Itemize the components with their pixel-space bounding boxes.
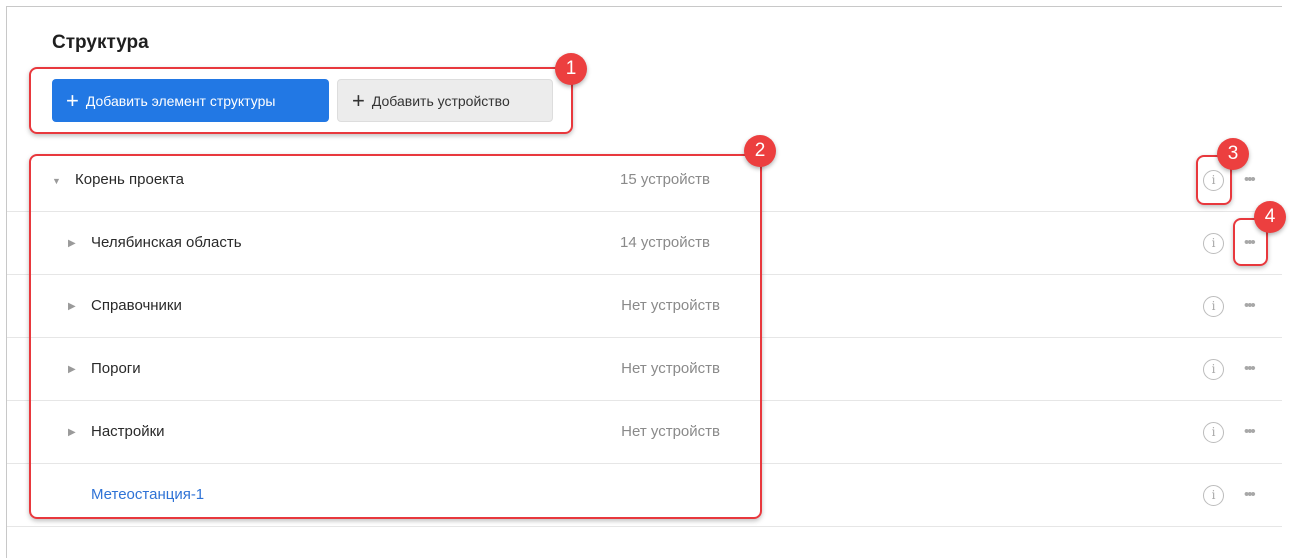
info-icon[interactable]: i [1203,485,1224,506]
more-options-icon[interactable]: ••• [1244,423,1256,440]
more-options-icon[interactable]: ••• [1244,171,1256,188]
structure-page: Структура + Добавить элемент структуры +… [0,0,1290,558]
top-border [6,6,1282,7]
callout-badge: 1 [555,53,587,85]
more-options-icon[interactable]: ••• [1244,297,1256,314]
info-icon[interactable]: i [1203,422,1224,443]
callout-badge: 2 [744,135,776,167]
more-options-icon[interactable]: ••• [1244,360,1256,377]
callout-box-toolbar [29,67,573,134]
page-title: Структура [52,32,149,53]
info-icon[interactable]: i [1203,296,1224,317]
info-icon[interactable]: i [1203,233,1224,254]
callout-box-tree [29,154,762,519]
info-icon[interactable]: i [1203,359,1224,380]
callout-badge: 4 [1254,201,1286,233]
callout-badge: 3 [1217,138,1249,170]
more-options-icon[interactable]: ••• [1244,486,1256,503]
